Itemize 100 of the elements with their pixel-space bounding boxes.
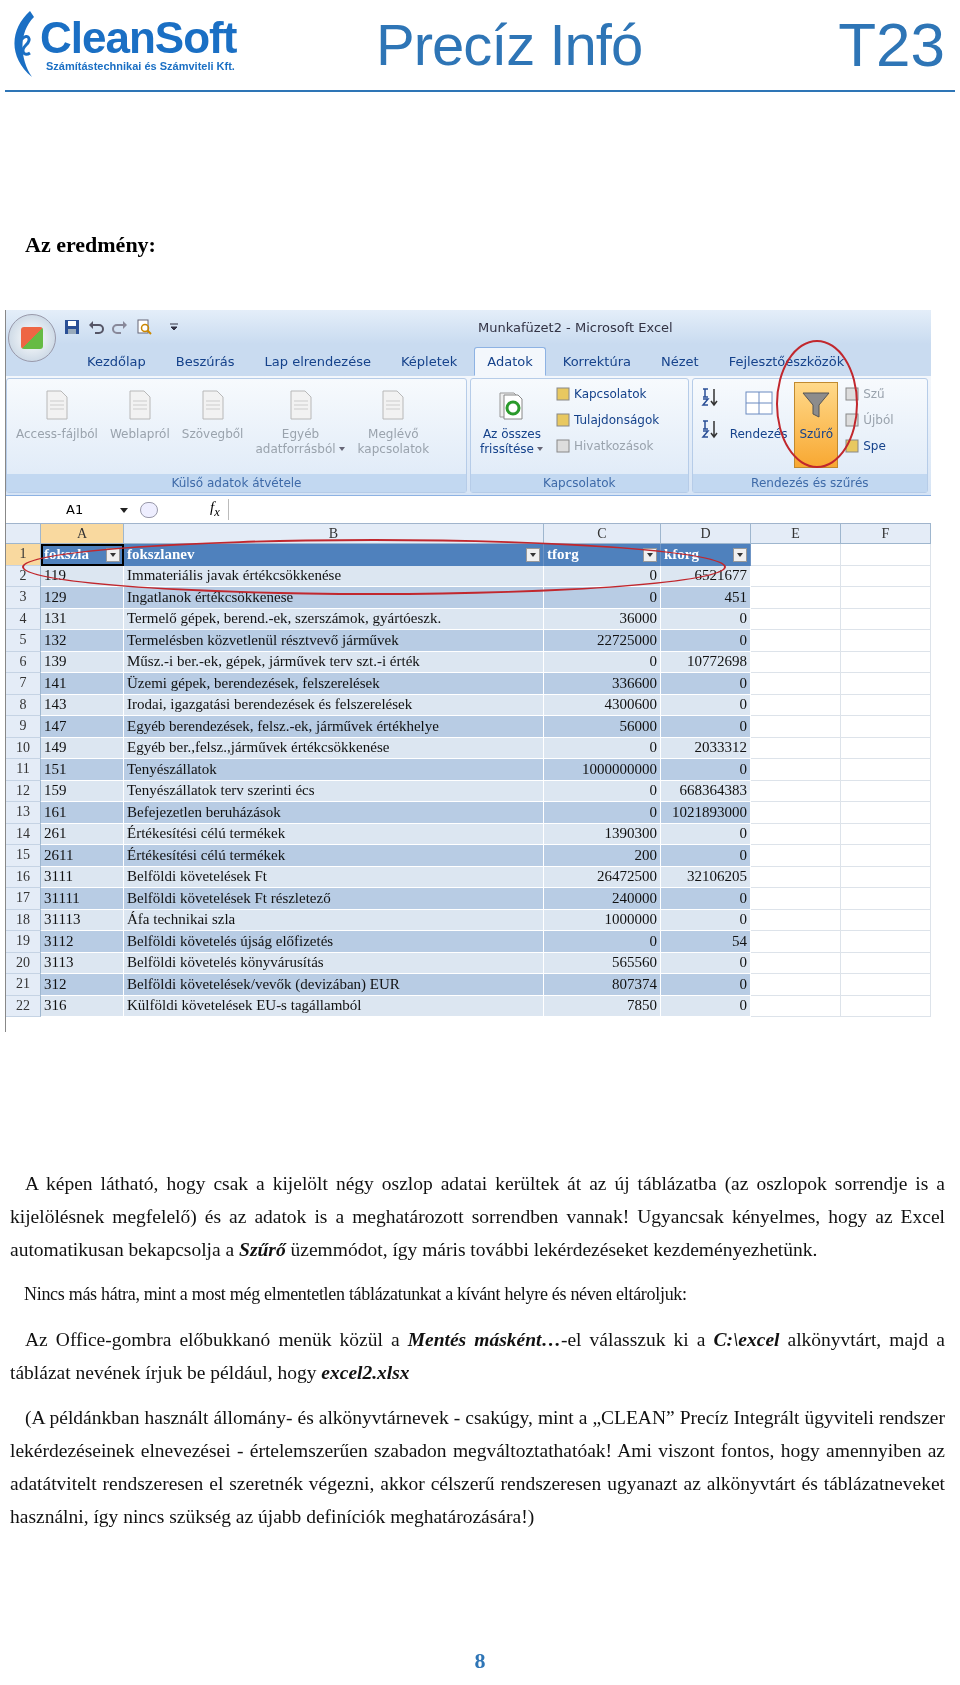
zoom-handle-icon[interactable]: [140, 501, 158, 518]
row-header[interactable]: 3: [6, 587, 41, 609]
row-header[interactable]: 11: [6, 759, 41, 781]
ribbon-button[interactable]: Az összes frissítése: [474, 382, 549, 468]
ribbon-tab[interactable]: Korrektúra: [549, 347, 644, 376]
body-paragraph: Nincs más hátra, mint a most még elmentetlen táblázatunkat a kívánt helyre és néven eltároljuk:: [23, 1283, 688, 1306]
small-square-icon: [844, 386, 861, 402]
row-header[interactable]: 19: [6, 931, 41, 953]
print-preview-icon[interactable]: [136, 319, 152, 335]
table-cell: Egyéb ber.,felsz.,járművek értékcsökkenése: [124, 737, 544, 759]
column-header[interactable]: D: [661, 524, 751, 544]
table-cell: 1000000: [544, 909, 661, 931]
table-cell: 1390300: [544, 823, 661, 845]
ribbon-tab[interactable]: Kezdőlap: [74, 347, 159, 376]
ribbon-tab[interactable]: Képletek: [387, 347, 471, 376]
row-header[interactable]: 16: [6, 866, 41, 888]
ribbon-button[interactable]: Kapcsolatok: [550, 382, 664, 406]
document-code: T23: [838, 8, 945, 80]
sort-arrow-icon: [700, 387, 719, 407]
row-header[interactable]: 21: [6, 974, 41, 996]
small-square-icon: [554, 412, 571, 428]
row-header[interactable]: 13: [6, 802, 41, 824]
row-header[interactable]: 15: [6, 845, 41, 867]
row-header[interactable]: 7: [6, 673, 41, 695]
ribbon-button[interactable]: Spe: [840, 434, 898, 458]
sort-arrow-icon: [700, 419, 719, 439]
table-cell: 565560: [544, 952, 661, 974]
table-cell: Immateriális javak értékcsökkenése: [124, 565, 544, 587]
filter-dropdown-icon[interactable]: [106, 547, 120, 562]
table-cell: 0: [661, 823, 751, 845]
table-cell: 3113: [41, 952, 124, 974]
row-header[interactable]: 10: [6, 737, 41, 759]
table-cell: 0: [661, 845, 751, 867]
row-header[interactable]: 5: [6, 630, 41, 652]
table-cell: 56000: [544, 716, 661, 738]
table-cell: 159: [41, 780, 124, 802]
table-cell: 1021893000: [661, 802, 751, 824]
table-cell: Külföldi követelések EU-s tagállamból: [124, 995, 544, 1017]
ribbon-tab[interactable]: Lap elrendezése: [251, 347, 384, 376]
row-header[interactable]: 20: [6, 952, 41, 974]
row-header[interactable]: 6: [6, 651, 41, 673]
table-cell: 2611: [41, 845, 124, 867]
row-header[interactable]: 4: [6, 608, 41, 630]
row-header[interactable]: 14: [6, 823, 41, 845]
table-cell: 149: [41, 737, 124, 759]
name-box[interactable]: A1: [6, 502, 136, 517]
save-icon[interactable]: [64, 319, 80, 335]
ribbon-tab[interactable]: Adatok: [474, 347, 546, 376]
row-header[interactable]: 1: [6, 544, 41, 566]
row-header[interactable]: 17: [6, 888, 41, 910]
table-cell: 7850: [544, 995, 661, 1017]
table-cell: 141: [41, 673, 124, 695]
table-cell: 0: [661, 888, 751, 910]
column-header[interactable]: E: [751, 524, 841, 544]
ribbon-tab[interactable]: Beszúrás: [162, 347, 248, 376]
customize-caret-icon[interactable]: [170, 323, 178, 331]
table-cell: 316: [41, 995, 124, 1017]
table-cell: 0: [544, 565, 661, 587]
table-cell: 2033312: [661, 737, 751, 759]
row-header[interactable]: 9: [6, 716, 41, 738]
table-cell: 0: [661, 759, 751, 781]
table-cell: 0: [661, 673, 751, 695]
column-header[interactable]: C: [544, 524, 661, 544]
table-cell: 261: [41, 823, 124, 845]
table-cell: Ingatlanok értékcsökkenése: [124, 587, 544, 609]
filter-dropdown-icon[interactable]: [526, 547, 540, 562]
body-paragraph: A képen látható, hogy csak a kijelölt négy oszlop adatai kerültek át az új táblázatba (az oszlopok sorrendje is a kijelölésnek megfelelő) és az adatok is a meghatározott sorrendben vannak! Ugyancsak kényelmes, hogy az Excel automatikusan bekapcsolja a Szűrő üzemmódot, így máris további lekérdezéseket kezdeményezhetünk.: [10, 1172, 945, 1262]
dropdown-caret-icon: [120, 505, 128, 514]
ribbon-button[interactable]: Tulajdonságok: [550, 408, 664, 432]
office-button[interactable]: [8, 314, 56, 362]
column-header[interactable]: A: [41, 524, 124, 544]
table-cell: 0: [544, 737, 661, 759]
row-header[interactable]: 8: [6, 694, 41, 716]
table-cell: 6521677: [661, 565, 751, 587]
table-cell: Termelésben közvetlenül résztvevő járművek: [124, 630, 544, 652]
table-cell: 451: [661, 587, 751, 609]
table-cell: 143: [41, 694, 124, 716]
ribbon-button[interactable]: Szűrő: [794, 382, 839, 468]
redo-icon[interactable]: [112, 319, 128, 335]
row-header[interactable]: 18: [6, 909, 41, 931]
table-cell: 26472500: [544, 866, 661, 888]
row-header[interactable]: 22: [6, 995, 41, 1017]
table-cell: Tenyészállatok terv szerinti écs: [124, 780, 544, 802]
table-cell: 807374: [544, 974, 661, 996]
table-cell: Értékesítési célú termékek: [124, 823, 544, 845]
undo-icon[interactable]: [88, 319, 104, 335]
column-header[interactable]: F: [841, 524, 931, 544]
ribbon-tab[interactable]: Nézet: [647, 347, 712, 376]
row-header[interactable]: 2: [6, 565, 41, 587]
document-title: Precíz Infó: [376, 10, 643, 78]
table-cell: 312: [41, 974, 124, 996]
small-square-icon: [554, 438, 571, 454]
function-label[interactable]: f$_{x}$: [210, 499, 229, 520]
filter-dropdown-icon[interactable]: [733, 547, 747, 562]
table-cell: 0: [544, 802, 661, 824]
table-cell: Irodai, igazgatási berendezések és felszerelések: [124, 694, 544, 716]
row-header[interactable]: 12: [6, 780, 41, 802]
filter-dropdown-icon[interactable]: [643, 547, 657, 562]
column-header[interactable]: B: [124, 524, 544, 544]
table-cell: 1000000000: [544, 759, 661, 781]
